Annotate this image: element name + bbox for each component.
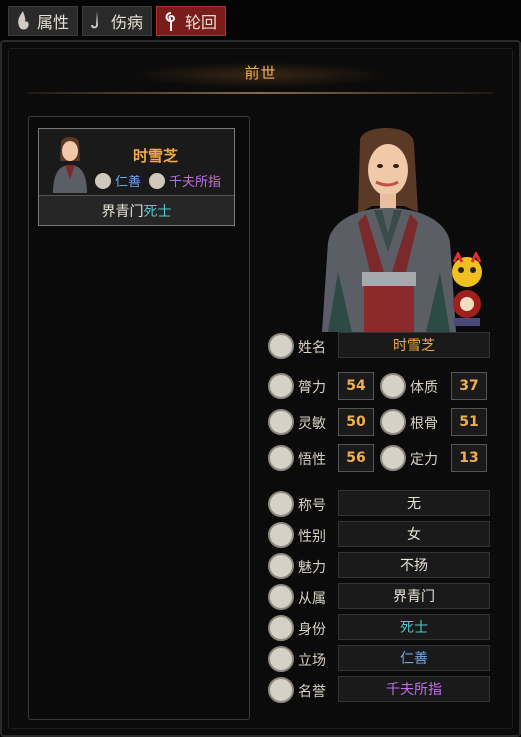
identity-value: 死士 [338,614,490,640]
card-affiliation: 界青门 死士 [39,195,234,225]
agility-label: 灵敏 [298,416,326,432]
gender-icon [268,522,294,548]
character-portrait [322,128,456,332]
title-label: 称号 [298,498,326,514]
identity-icon [268,615,294,641]
stance-label: 立场 [298,653,326,669]
tab-reincarnation-label: 轮回 [185,13,218,32]
bone-icon [380,409,406,435]
tab-injuries[interactable]: 伤病 [82,6,153,36]
bone-value: 51 [451,408,487,436]
stance-icon [95,172,111,189]
bone-label: 根骨 [410,416,438,432]
fame-icon [149,172,166,189]
page-title: 前世 [244,64,277,82]
header-divider [28,92,493,94]
name-label: 姓名 [298,340,326,356]
constitution-icon [380,373,406,399]
flame-icon [18,11,29,30]
affiliation-label: 从属 [298,591,326,607]
tab-reincarnation[interactable]: 轮回 [156,6,227,36]
top-tab-bar: 属性 伤病 轮回 [8,6,227,36]
focus-icon [380,445,406,471]
focus-label: 定力 [410,452,438,468]
affiliation-value: 界青门 [338,583,490,609]
focus-value: 13 [451,444,487,472]
needle-icon [91,11,99,29]
stance-value: 仁善 [338,645,490,671]
reputation-value: 千夫所指 [338,676,490,702]
strength-label: 膂力 [298,380,326,396]
name-value: 时雪芝 [338,332,490,358]
affiliation-icon [268,584,294,610]
gender-label: 性别 [298,529,326,545]
charm-value: 不扬 [338,552,490,578]
card-name: 时雪芝 [133,147,179,165]
card-identity: 死士 [143,203,172,220]
constitution-value: 37 [451,372,487,400]
agility-icon [268,409,294,435]
past-life-card[interactable]: 时雪芝 仁善 千夫所指 界青门 死士 [38,128,235,226]
charm-icon [268,553,294,579]
card-top: 时雪芝 仁善 千夫所指 [39,129,234,195]
insight-icon [268,445,294,471]
insight-label: 悟性 [298,452,326,468]
spiral-icon [165,12,176,31]
gender-value: 女 [338,521,490,547]
card-tags: 仁善 千夫所指 [95,171,221,190]
reputation-icon [268,677,294,703]
title-icon [268,491,294,517]
name-icon [268,333,294,359]
identity-label: 身份 [298,622,326,638]
card-stance-tag: 仁善 [115,175,142,190]
card-fame-tag: 千夫所指 [169,175,222,190]
agility-value: 50 [338,408,374,436]
charm-label: 魅力 [298,560,326,576]
tab-attributes-label: 属性 [37,13,70,32]
stance-row-icon [268,646,294,672]
title-value: 无 [338,490,490,516]
strength-icon [268,373,294,399]
tab-injuries-label: 伤病 [111,13,144,32]
card-faction: 界青门 [101,203,144,220]
strength-value: 54 [338,372,374,400]
companion-mascot-icon [452,252,482,326]
insight-value: 56 [338,444,374,472]
constitution-label: 体质 [410,380,438,396]
tab-attributes[interactable]: 属性 [8,6,79,36]
reputation-label: 名誉 [298,684,326,700]
card-avatar [53,137,87,193]
